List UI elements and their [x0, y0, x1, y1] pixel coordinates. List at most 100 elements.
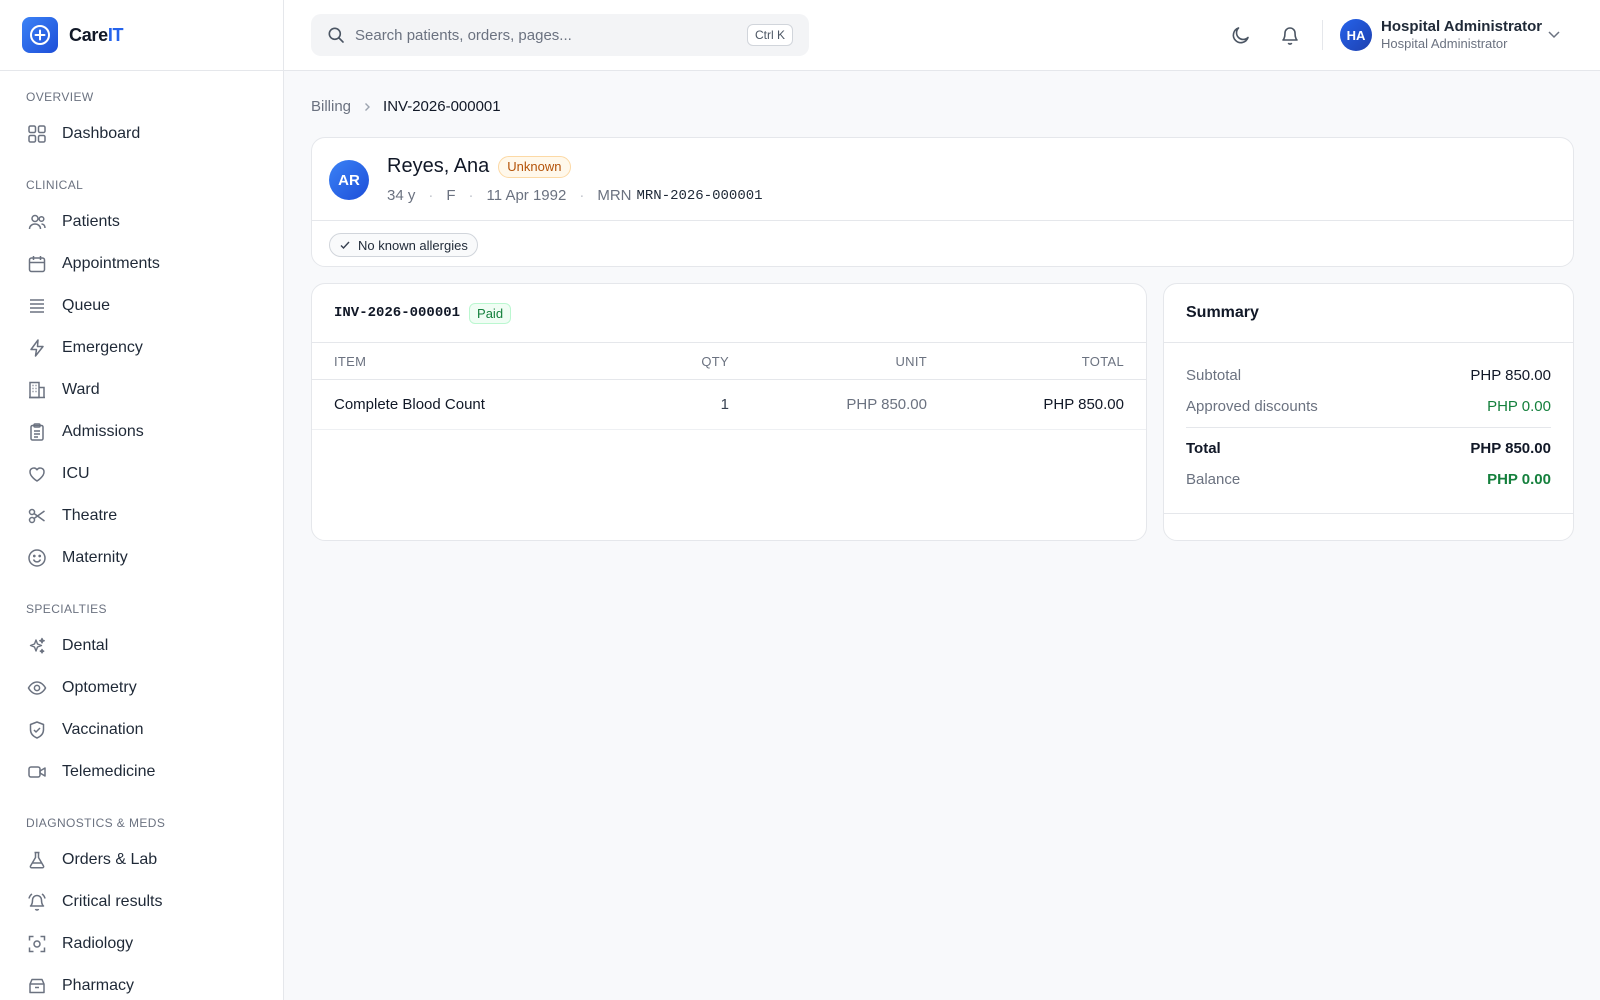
- patient-mrn: MRN-2026-000001: [636, 187, 763, 204]
- invoice-card: INV-2026-000001 Paid ITEM QTY UNIT TOTAL…: [311, 283, 1147, 541]
- sidebar-item-optometry[interactable]: Optometry: [0, 667, 283, 709]
- sidebar-item-ward[interactable]: Ward: [0, 369, 283, 411]
- bolt-icon: [26, 337, 48, 359]
- scan-icon: [26, 933, 48, 955]
- search-shortcut-hint: Ctrl K: [747, 24, 793, 46]
- calendar-icon: [26, 253, 48, 275]
- global-search[interactable]: Ctrl K: [311, 14, 809, 56]
- patient-card: AR Reyes, Ana Unknown 34 y · F · 11 Apr …: [311, 137, 1574, 267]
- user-role: Hospital Administrator: [1381, 36, 1508, 51]
- sidebar-nav: OVERVIEW Dashboard CLINICAL Patients App…: [0, 71, 283, 1000]
- user-menu[interactable]: HA Hospital Administrator Hospital Admin…: [1340, 13, 1542, 57]
- flask-icon: [26, 849, 48, 871]
- summary-discounts: Approved discounts PHP 0.00: [1186, 391, 1551, 422]
- summary-divider: [1186, 427, 1551, 428]
- status-badge: Paid: [469, 302, 512, 324]
- allergy-chip: No known allergies: [329, 233, 478, 257]
- column-qty: QTY: [701, 353, 729, 369]
- subtotal-label: Subtotal: [1186, 367, 1242, 384]
- sidebar-item-icu[interactable]: ICU: [0, 453, 283, 495]
- sidebar-item-dental[interactable]: Dental: [0, 625, 283, 667]
- sidebar-item-label: Maternity: [62, 549, 128, 566]
- avatar: HA: [1340, 19, 1372, 51]
- search-input[interactable]: [355, 26, 735, 44]
- top-header: Ctrl K HA Hospital Administrator Hospita…: [284, 0, 1600, 71]
- sidebar-item-label: Admissions: [62, 423, 144, 440]
- breadcrumb: Billing INV-2026-000001: [311, 98, 501, 115]
- sidebar-item-label: Critical results: [62, 893, 163, 910]
- sidebar-item-label: Telemedicine: [62, 763, 156, 780]
- sidebar-item-label: Dashboard: [62, 125, 141, 142]
- balance-value: PHP 0.00: [1487, 471, 1551, 488]
- allergy-label: No known allergies: [358, 237, 468, 253]
- table-header: ITEM QTY UNIT TOTAL: [312, 343, 1146, 380]
- mrn-label: MRN: [597, 187, 632, 204]
- column-unit: UNIT: [895, 353, 927, 369]
- summary-footer: [1164, 513, 1573, 514]
- column-total: TOTAL: [1081, 353, 1124, 369]
- summary-total: Total PHP 850.00: [1186, 433, 1551, 464]
- balance-label: Balance: [1186, 471, 1241, 488]
- bell-icon[interactable]: [1278, 23, 1302, 47]
- column-item: ITEM: [334, 353, 367, 369]
- sidebar-item-theatre[interactable]: Theatre: [0, 495, 283, 537]
- pill-box-icon: [26, 975, 48, 997]
- video-icon: [26, 761, 48, 783]
- table-row: Complete Blood Count 1 PHP 850.00 PHP 85…: [312, 380, 1146, 430]
- invoice-number: INV-2026-000001: [334, 305, 461, 321]
- sidebar-item-telemedicine[interactable]: Telemedicine: [0, 751, 283, 793]
- sidebar-item-label: Radiology: [62, 935, 134, 952]
- sidebar-item-label: Theatre: [62, 507, 118, 524]
- sidebar-item-patients[interactable]: Patients: [0, 201, 283, 243]
- sidebar-item-queue[interactable]: Queue: [0, 285, 283, 327]
- heart-icon: [26, 463, 48, 485]
- status-badge: Unknown: [498, 155, 571, 178]
- sidebar-item-critical-results[interactable]: Critical results: [0, 881, 283, 923]
- nav-section-overview: OVERVIEW: [26, 90, 94, 104]
- summary-title: Summary: [1164, 284, 1573, 343]
- sidebar-item-label: Vaccination: [62, 721, 144, 738]
- total-label: Total: [1186, 440, 1221, 457]
- total-value: PHP 850.00: [1470, 440, 1551, 457]
- sidebar-item-emergency[interactable]: Emergency: [0, 327, 283, 369]
- moon-icon[interactable]: [1229, 23, 1253, 47]
- sidebar-item-label: Orders & Lab: [62, 851, 158, 868]
- user-name: Hospital Administrator: [1381, 18, 1543, 35]
- nav-section-diagnostics: DIAGNOSTICS & MEDS: [26, 816, 166, 830]
- patient-name[interactable]: Reyes, Ana: [387, 155, 489, 178]
- bell-ring-icon: [26, 891, 48, 913]
- search-icon: [327, 26, 345, 44]
- sidebar-item-admissions[interactable]: Admissions: [0, 411, 283, 453]
- sidebar-item-radiology[interactable]: Radiology: [0, 923, 283, 965]
- cell-total: PHP 850.00: [1043, 396, 1124, 413]
- summary-card: Summary Subtotal PHP 850.00 Approved dis…: [1163, 283, 1574, 541]
- breadcrumb-billing[interactable]: Billing: [311, 98, 351, 115]
- sidebar-item-label: Pharmacy: [62, 977, 135, 994]
- sidebar-item-vaccination[interactable]: Vaccination: [0, 709, 283, 751]
- sidebar-item-maternity[interactable]: Maternity: [0, 537, 283, 579]
- sidebar-item-label: Patients: [62, 213, 120, 230]
- brand[interactable]: CareIT: [0, 0, 283, 71]
- patient-sex: F: [446, 187, 456, 204]
- chevron-right-icon: [361, 101, 373, 113]
- patient-dob: 11 Apr 1992: [486, 187, 567, 204]
- sidebar-item-orders-lab[interactable]: Orders & Lab: [0, 839, 283, 881]
- sidebar-item-pharmacy[interactable]: Pharmacy: [0, 965, 283, 1000]
- nav-section-clinical: CLINICAL: [26, 178, 84, 192]
- scissors-icon: [26, 505, 48, 527]
- cell-unit: PHP 850.00: [846, 396, 927, 413]
- sidebar-item-appointments[interactable]: Appointments: [0, 243, 283, 285]
- sidebar-item-label: Optometry: [62, 679, 137, 696]
- sidebar-item-label: Queue: [62, 297, 111, 314]
- list-icon: [26, 295, 48, 317]
- header-divider: [1322, 20, 1323, 50]
- sidebar-item-dashboard[interactable]: Dashboard: [0, 113, 283, 155]
- patient-avatar: AR: [329, 160, 369, 200]
- chevron-down-icon[interactable]: [1546, 26, 1562, 47]
- sidebar-item-label: Ward: [62, 381, 100, 398]
- grid-icon: [26, 123, 48, 145]
- users-icon: [26, 211, 48, 233]
- sparkles-icon: [26, 635, 48, 657]
- breadcrumb-current: INV-2026-000001: [383, 98, 501, 115]
- sidebar-item-label: Appointments: [62, 255, 160, 272]
